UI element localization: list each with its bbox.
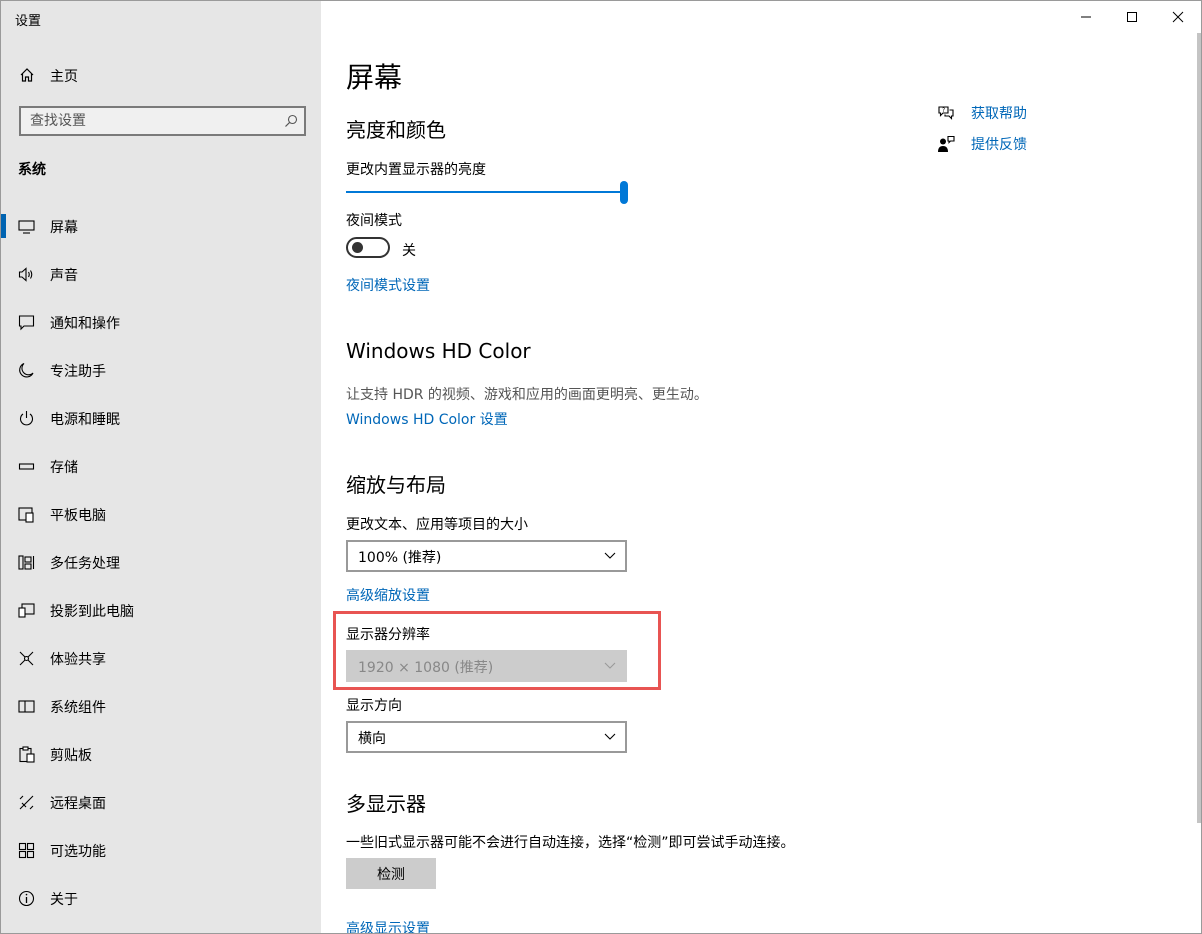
sidebar-item-optional-features[interactable]: 可选功能 (1, 826, 321, 874)
sidebar-item-focus-assist[interactable]: 专注助手 (1, 346, 321, 394)
message-icon (18, 315, 35, 331)
share-icon (19, 651, 34, 666)
dropdown-value: 横向 (358, 731, 386, 747)
slider-fill (346, 191, 624, 193)
multi-display-heading: 多显示器 (346, 792, 426, 816)
sidebar-item-about[interactable]: 关于 (1, 874, 321, 922)
sidebar-item-label: 关于 (50, 892, 78, 908)
night-mode-settings-link[interactable]: 夜间模式设置 (346, 275, 430, 295)
sidebar-item-system-components[interactable]: 系统组件 (1, 682, 321, 730)
sidebar-item-label: 体验共享 (50, 652, 106, 668)
feedback-label: 提供反馈 (971, 137, 1027, 153)
slider-thumb[interactable] (620, 181, 628, 204)
main-content: 屏幕 亮度和颜色 更改内置显示器的亮度 夜间模式 关 夜间模式设置 Window… (321, 1, 1201, 933)
hdr-description: 让支持 HDR 的视频、游戏和应用的画面更明亮、更生动。 (346, 387, 708, 403)
settings-window: 设置 主页 系统 屏幕 (0, 0, 1202, 934)
sidebar-home[interactable]: 主页 (1, 61, 321, 91)
sidebar-home-label: 主页 (50, 69, 78, 85)
home-icon (20, 68, 34, 82)
sidebar-item-label: 平板电脑 (50, 508, 106, 524)
sidebar: 设置 主页 系统 屏幕 (1, 1, 321, 933)
get-help-label: 获取帮助 (971, 106, 1027, 122)
brightness-label: 更改内置显示器的亮度 (346, 162, 486, 178)
toggle-knob (352, 242, 363, 253)
orientation-label: 显示方向 (346, 698, 402, 714)
sidebar-item-label: 电源和睡眠 (50, 412, 120, 428)
sidebar-item-display[interactable]: 屏幕 (1, 202, 321, 250)
sidebar-item-label: 多任务处理 (50, 556, 120, 572)
remote-icon (19, 795, 34, 810)
sidebar-item-power[interactable]: 电源和睡眠 (1, 394, 321, 442)
sidebar-item-label: 专注助手 (50, 364, 106, 380)
multitask-icon (18, 555, 35, 570)
tablet-icon (18, 507, 34, 523)
sidebar-item-project[interactable]: 投影到此电脑 (1, 586, 321, 634)
night-mode-label: 夜间模式 (346, 213, 402, 229)
scale-heading: 缩放与布局 (346, 473, 446, 497)
chevron-down-icon (604, 552, 616, 559)
maximize-button[interactable] (1109, 1, 1155, 33)
info-icon (18, 890, 35, 907)
orientation-dropdown[interactable]: 横向 (346, 721, 627, 753)
dropdown-value: 100% (推荐) (358, 550, 442, 566)
clipboard-icon (19, 746, 35, 763)
minimize-button[interactable] (1063, 1, 1109, 33)
feedback-icon (938, 135, 955, 152)
monitor-icon (18, 220, 35, 234)
night-mode-state: 关 (402, 243, 416, 259)
search-input[interactable] (21, 108, 304, 134)
close-icon (1172, 11, 1184, 23)
sidebar-item-clipboard[interactable]: 剪贴板 (1, 730, 321, 778)
project-icon (18, 603, 35, 618)
brightness-slider[interactable] (346, 181, 628, 205)
scale-size-dropdown[interactable]: 100% (推荐) (346, 540, 627, 572)
sidebar-item-label: 剪贴板 (50, 748, 92, 764)
sidebar-group-title: 系统 (18, 162, 46, 178)
close-button[interactable] (1155, 1, 1201, 33)
advanced-display-link[interactable]: 高级显示设置 (346, 918, 430, 933)
sidebar-item-label: 可选功能 (50, 844, 106, 860)
brightness-heading: 亮度和颜色 (346, 118, 446, 142)
sidebar-item-remote-desktop[interactable]: 远程桌面 (1, 778, 321, 826)
sidebar-item-sound[interactable]: 声音 (1, 250, 321, 298)
sidebar-item-label: 远程桌面 (50, 796, 106, 812)
hdr-heading: Windows HD Color (346, 339, 531, 363)
sidebar-item-label: 存储 (50, 460, 78, 476)
multi-display-description: 一些旧式显示器可能不会进行自动连接，选择“检测”即可尝试手动连接。 (346, 835, 795, 851)
sidebar-item-shared-experiences[interactable]: 体验共享 (1, 634, 321, 682)
active-indicator (1, 214, 6, 238)
power-icon (19, 411, 34, 426)
storage-icon (18, 463, 35, 470)
sidebar-item-label: 系统组件 (50, 700, 106, 716)
search-icon[interactable] (284, 114, 298, 128)
advanced-scaling-link[interactable]: 高级缩放设置 (346, 585, 430, 605)
sidebar-item-notifications[interactable]: 通知和操作 (1, 298, 321, 346)
features-icon (18, 842, 35, 859)
app-title: 设置 (15, 14, 42, 29)
page-title: 屏幕 (346, 61, 403, 94)
minimize-icon (1081, 16, 1091, 18)
svg-text:?: ? (942, 107, 945, 114)
detect-button[interactable]: 检测 (346, 858, 436, 889)
sidebar-item-storage[interactable]: 存储 (1, 442, 321, 490)
sidebar-item-tablet[interactable]: 平板电脑 (1, 490, 321, 538)
night-mode-toggle[interactable] (346, 237, 390, 258)
maximize-icon (1127, 12, 1137, 22)
sidebar-item-label: 投影到此电脑 (50, 604, 134, 620)
moon-icon (19, 362, 34, 378)
scrollbar[interactable] (1197, 33, 1201, 823)
search-box[interactable] (19, 106, 306, 136)
sidebar-item-label: 通知和操作 (50, 316, 120, 332)
scale-size-label: 更改文本、应用等项目的大小 (346, 517, 528, 533)
hdr-settings-link[interactable]: Windows HD Color 设置 (346, 409, 508, 429)
sidebar-item-label: 屏幕 (50, 220, 78, 236)
sidebar-item-label: 声音 (50, 268, 78, 284)
help-chat-icon: ? (938, 106, 954, 120)
highlight-box (333, 611, 661, 690)
chevron-down-icon (604, 733, 616, 740)
sidebar-item-multitasking[interactable]: 多任务处理 (1, 538, 321, 586)
speaker-icon (18, 267, 33, 282)
components-icon (18, 700, 35, 713)
